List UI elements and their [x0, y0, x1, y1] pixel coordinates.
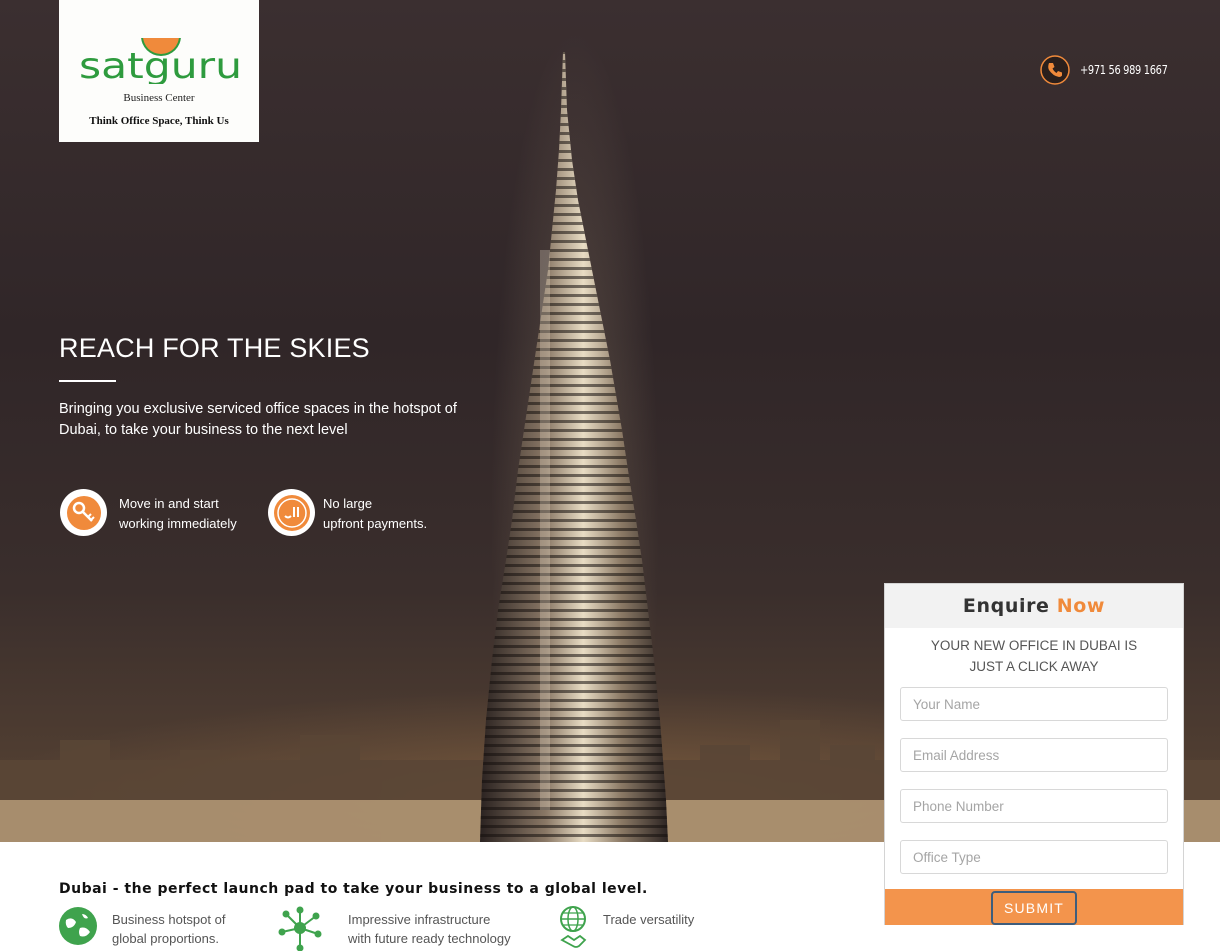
enquiry-subtitle: YOUR NEW OFFICE IN DUBAI IS JUST A CLICK…: [885, 635, 1183, 677]
enquiry-form: Enquire Now YOUR NEW OFFICE IN DUBAI IS …: [884, 583, 1184, 925]
feature-infrastructure-line2: with future ready technology: [348, 931, 511, 946]
feature-business-hotspot: Business hotspot of global proportions.: [58, 906, 225, 948]
perk-move-in-line2: working immediately: [119, 516, 237, 531]
office-type-field[interactable]: [900, 840, 1168, 874]
phone-field[interactable]: [900, 789, 1168, 823]
perk-no-upfront-line2: upfront payments.: [323, 516, 428, 531]
feature-infrastructure: Impressive infrastructure with future re…: [276, 906, 511, 951]
perk-no-upfront: No large upfront payments.: [268, 489, 427, 536]
globe-icon: [59, 907, 97, 945]
feature-infrastructure-line1: Impressive infrastructure: [348, 912, 491, 927]
feature-business-hotspot-line1: Business hotspot of: [112, 912, 226, 927]
enquiry-subtitle-line2: JUST A CLICK AWAY: [969, 659, 1099, 674]
feature-trade: Trade versatility: [559, 906, 694, 951]
perk-no-upfront-line1: No large: [323, 496, 373, 511]
logo-subtitle: Business Center: [123, 92, 195, 104]
features-title: Dubai - the perfect launch pad to take y…: [59, 881, 648, 897]
submit-bar: SUBMIT: [885, 889, 1183, 925]
enquiry-subtitle-line1: YOUR NEW OFFICE IN DUBAI IS: [930, 638, 1138, 653]
perk-move-in: Move in and start working immediately: [60, 489, 237, 536]
name-field[interactable]: [900, 687, 1168, 721]
globe-handshake-icon: [560, 906, 587, 948]
phone-icon: [1040, 55, 1070, 85]
feature-trade-line1: Trade versatility: [603, 912, 695, 927]
network-icon: [278, 906, 322, 951]
perk-move-in-line1: Move in and start: [119, 496, 219, 511]
keys-icon: [60, 489, 107, 536]
email-field[interactable]: [900, 738, 1168, 772]
header-phone[interactable]: +971 56 989 1667: [1040, 54, 1187, 86]
headline-divider: [59, 380, 116, 382]
submit-button[interactable]: SUBMIT: [991, 891, 1077, 925]
enquiry-title: Enquire Now: [885, 584, 1183, 628]
dirham-icon: [268, 489, 315, 536]
feature-business-hotspot-line2: global proportions.: [112, 931, 219, 946]
phone-number[interactable]: +971 56 989 1667: [1080, 63, 1168, 77]
satguru-logo[interactable]: satguru Business Center Think Office Spa…: [59, 0, 259, 142]
satguru-wordmark-logo: satguru: [79, 38, 242, 84]
enquiry-title-part2: Now: [1056, 595, 1106, 617]
logo-tagline: Think Office Space, Think Us: [89, 115, 229, 127]
hero-headline: REACH FOR THE SKIES: [59, 333, 370, 363]
hero-intro: Bringing you exclusive serviced office s…: [59, 401, 457, 438]
enquiry-title-part1: Enquire: [962, 595, 1050, 617]
